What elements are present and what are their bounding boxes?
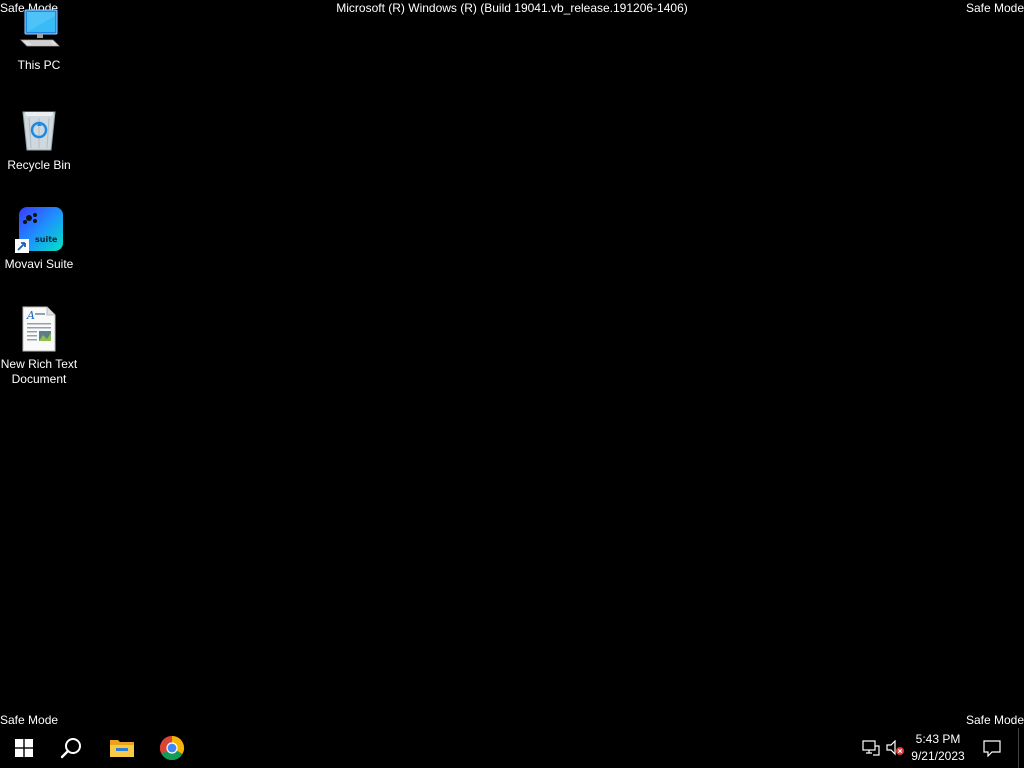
recycle-bin-icon [15, 106, 63, 154]
search-button[interactable] [48, 728, 96, 768]
chrome-button[interactable] [148, 728, 196, 768]
safe-mode-label-top-right: Safe Mode [965, 1, 1024, 15]
svg-text:A: A [26, 309, 35, 322]
movavi-suite-icon: suite [15, 205, 63, 253]
this-pc-icon [15, 6, 63, 54]
clock-time: 5:43 PM [915, 732, 961, 746]
file-explorer-button[interactable] [98, 728, 146, 768]
taskbar: 5:43 PM 9/21/2023 [0, 728, 1024, 768]
desktop-icon-label: Recycle Bin [7, 158, 71, 172]
safe-mode-label-bottom-right: Safe Mode [965, 713, 1024, 727]
windows-logo-icon [15, 739, 33, 757]
movavi-badge-text: suite [35, 235, 58, 244]
show-desktop-button[interactable] [1018, 728, 1019, 768]
chrome-icon [159, 736, 185, 761]
desktop-icon-rich-text-document[interactable]: A New Rich Text Document [0, 305, 78, 387]
network-icon [862, 740, 880, 756]
start-button[interactable] [0, 728, 48, 768]
rich-text-document-icon: A [15, 305, 63, 353]
network-tray-button[interactable] [860, 728, 882, 768]
desktop-icon-label: Movavi Suite [4, 257, 74, 271]
clock-date: 9/21/2023 [911, 749, 965, 763]
desktop[interactable]: Safe Mode Microsoft (R) Windows (R) (Bui… [0, 0, 1024, 728]
desktop-icon-movavi-suite[interactable]: suite Movavi Suite [0, 205, 78, 272]
action-center-icon [983, 740, 1001, 757]
search-icon [60, 738, 81, 759]
desktop-icon-label: This PC [17, 58, 61, 72]
folder-icon [110, 740, 134, 757]
taskbar-clock[interactable]: 5:43 PM 9/21/2023 [902, 731, 974, 765]
action-center-button[interactable] [978, 728, 1006, 768]
desktop-icon-recycle-bin[interactable]: Recycle Bin [0, 106, 78, 173]
safe-mode-label-bottom-left: Safe Mode [0, 713, 59, 727]
desktop-icon-this-pc[interactable]: This PC [0, 6, 78, 73]
build-string: Microsoft (R) Windows (R) (Build 19041.v… [336, 1, 688, 15]
desktop-icon-label: New Rich Text Document [0, 357, 78, 386]
